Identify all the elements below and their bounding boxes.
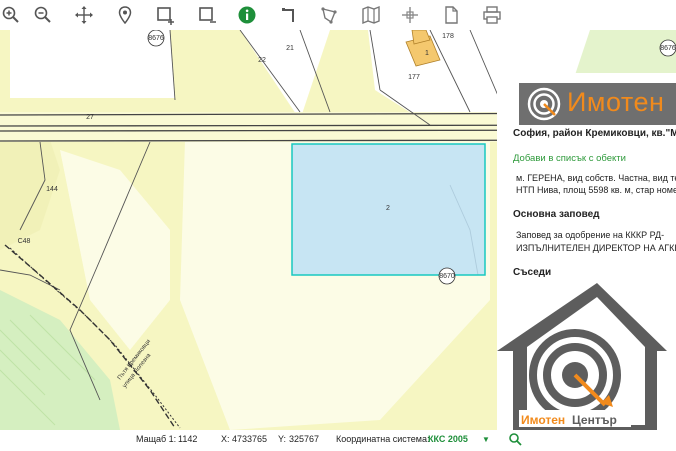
parcel-number: 22 <box>258 57 266 64</box>
panel-header: Имотен <box>497 73 676 133</box>
property-title: София, район Кремиковци, кв."Мал <box>513 128 676 139</box>
crs-label: Координатна система: <box>336 434 430 444</box>
zoom-out-icon[interactable] <box>32 4 54 26</box>
scale-value: 1142 <box>178 434 198 444</box>
status-bar: Мащаб 1: 1142 X: 4733765 Y: 325767 Коорд… <box>0 430 676 451</box>
parcel-number: С48 <box>18 238 31 245</box>
parcel-number: 8670 <box>439 273 455 280</box>
map-toolbar <box>0 0 676 30</box>
coordinates-icon[interactable] <box>399 4 421 26</box>
order-heading: Основна заповед <box>513 209 600 220</box>
parcel-number: 1 <box>425 50 429 57</box>
chevron-down-icon[interactable]: ▼ <box>482 435 490 444</box>
print-icon[interactable] <box>481 4 503 26</box>
select-rect-remove-icon[interactable] <box>196 4 218 26</box>
x-coordinate: 4733765 <box>232 434 268 444</box>
search-icon[interactable] <box>508 432 522 448</box>
select-rect-add-icon[interactable] <box>154 4 176 26</box>
parcel-number: 2 <box>386 205 390 212</box>
scale-label: Мащаб 1: <box>136 434 177 444</box>
target-icon <box>527 87 561 121</box>
parcel-number: 178 <box>442 33 454 40</box>
watermark-brand: Имотен <box>521 413 565 427</box>
parcel-number: 27 <box>86 114 94 121</box>
measure-area-icon[interactable] <box>318 4 340 26</box>
watermark-brand: Център <box>572 413 617 427</box>
brand-name: Имотен <box>567 87 665 117</box>
parcel-number: 144 <box>46 186 58 193</box>
order-text-line: ИЗПЪЛНИТЕЛЕН ДИРЕКТОР НА АГКК <box>516 243 676 253</box>
x-label: X: <box>221 434 230 444</box>
parcel-number: 21 <box>286 45 294 52</box>
property-details-line: м. ГЕРЕНА, вид собств. Частна, вид те <box>516 173 676 183</box>
order-text-line: Заповед за одобрение на КККР РД- <box>516 230 665 240</box>
map-layers-icon[interactable] <box>360 4 382 26</box>
document-icon[interactable] <box>440 4 462 26</box>
parcel-number: 177 <box>408 74 420 81</box>
measure-distance-icon[interactable] <box>278 4 300 26</box>
watermark-logo: Имотен Център <box>497 283 667 433</box>
crs-select[interactable]: ККС 2005 <box>428 434 468 444</box>
property-details-line: НТП Нива, площ 5598 кв. м, стар номер <box>516 185 676 195</box>
parcel-number: 8676 <box>148 35 164 42</box>
zoom-in-icon[interactable] <box>0 4 22 26</box>
parcel-number: 8676 <box>660 45 676 52</box>
y-label: Y: <box>278 434 287 444</box>
pan-icon[interactable] <box>73 4 95 26</box>
neighbors-heading: Съседи <box>513 267 552 278</box>
add-to-list-link[interactable]: Добави в списък с обекти <box>513 153 626 164</box>
info-icon[interactable] <box>236 4 258 26</box>
location-pin-icon[interactable] <box>114 4 136 26</box>
y-coordinate: 325767 <box>289 434 320 444</box>
